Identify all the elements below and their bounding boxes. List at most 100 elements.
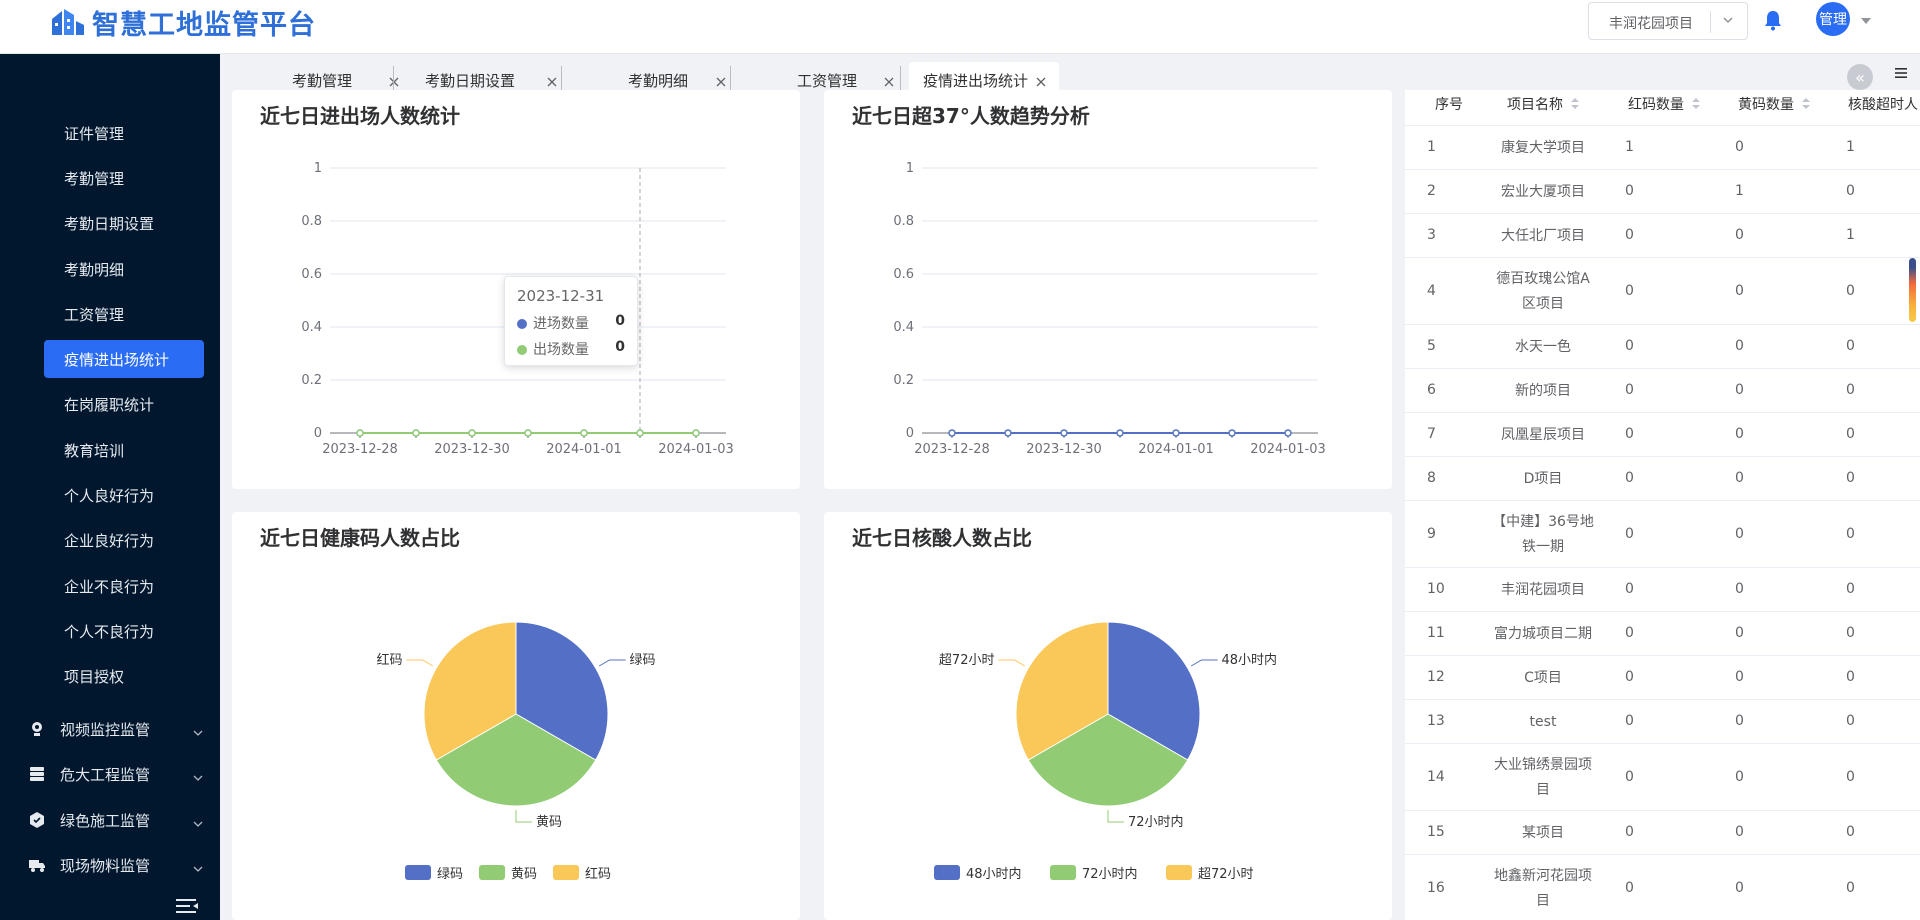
menu-icon[interactable] (1894, 66, 1908, 80)
data-point (412, 429, 420, 437)
table-row[interactable]: 12 C项目 0 0 0 (1405, 656, 1920, 700)
table-cell-red: 0 (1625, 282, 1634, 299)
table-row[interactable]: 8 D项目 0 0 0 (1405, 457, 1920, 501)
tab-label: 考勤日期设置 (425, 72, 516, 90)
table-row[interactable]: 6 新的项目 0 0 0 (1405, 369, 1920, 413)
table-row[interactable]: 9 【中建】36号地铁一期 0 0 0 (1405, 501, 1920, 568)
data-point (1172, 429, 1180, 437)
column-header-no[interactable]: 序号 (1435, 94, 1463, 114)
table-cell-name: 富力城项目二期 (1494, 625, 1592, 642)
column-header-name[interactable]: 项目名称 (1507, 94, 1579, 114)
table-row[interactable]: 15 某项目 0 0 0 (1405, 811, 1920, 855)
menu-fold-icon[interactable] (174, 896, 200, 916)
y-tick-label: 0 (314, 426, 322, 441)
sidebar-item-salary[interactable]: 工资管理 (44, 295, 204, 333)
table-row[interactable]: 13 test 0 0 0 (1405, 700, 1920, 744)
sidebar-item-attendance[interactable]: 考勤管理 (44, 159, 204, 197)
column-header-yellow[interactable]: 黄码数量 (1738, 94, 1810, 114)
project-select[interactable]: 丰润花园项目 (1588, 2, 1748, 40)
app-logo[interactable]: 智慧工地监管平台 (48, 2, 316, 42)
sidebar-item-company-bad[interactable]: 企业不良行为 (44, 567, 204, 605)
sidebar-item-cert[interactable]: 证件管理 (44, 114, 204, 152)
table-row[interactable]: 10 丰润花园项目 0 0 0 (1405, 568, 1920, 612)
sort-icon[interactable] (1802, 98, 1810, 110)
table-scrollbar[interactable] (1909, 258, 1916, 322)
table-row[interactable]: 5 水天一色 0 0 0 (1405, 325, 1920, 369)
table-row[interactable]: 1 康复大学项目 1 0 1 (1405, 126, 1920, 170)
table-cell-yellow: 0 (1735, 581, 1744, 597)
sidebar-item-personal-bad[interactable]: 个人不良行为 (44, 612, 204, 650)
table-row[interactable]: 4 德百玫瑰公馆A区项目 0 0 0 (1405, 258, 1920, 325)
avatar[interactable]: 管理 (1816, 2, 1850, 36)
close-icon[interactable] (1035, 74, 1047, 87)
tooltip-series-dot (517, 345, 527, 355)
layers-icon (28, 765, 46, 783)
table-row[interactable]: 11 富力城项目二期 0 0 0 (1405, 612, 1920, 656)
sidebar-item-onduty[interactable]: 在岗履职统计 (44, 385, 204, 423)
sidebar-item-epidemic[interactable]: 疫情进出场统计 (44, 340, 204, 378)
y-tick-label: 0.2 (893, 373, 914, 388)
table-cell-nucleic: 0 (1846, 382, 1855, 398)
sidebar-item-company-good[interactable]: 企业良好行为 (44, 521, 204, 559)
table-cell-name: 地鑫新河花园项目 (1494, 867, 1592, 909)
sort-icon[interactable] (1571, 98, 1579, 110)
table-cell-yellow: 0 (1735, 768, 1744, 785)
health-code-pie-chart[interactable]: 绿码黄码红码绿码 黄码 红码 (232, 512, 800, 920)
column-header-label: 红码数量 (1628, 97, 1684, 113)
tab-label: 考勤明细 (628, 72, 689, 90)
chevron-down-icon (1721, 13, 1735, 27)
legend-label: 黄码 (511, 867, 537, 882)
caret-down-icon[interactable] (1860, 14, 1872, 24)
chart-tooltip: 2023-12-31 进场数量 0 出场数量 0 (504, 276, 638, 366)
table-cell-no: 13 (1427, 713, 1445, 729)
table-cell-red: 0 (1625, 768, 1634, 785)
fever-line-chart[interactable]: 0 0.2 0.4 0.6 0.8 1 2023-12-28 2023-12-30 2024-0… (824, 90, 1392, 489)
close-icon[interactable] (883, 74, 895, 87)
sidebar-item-training[interactable]: 教育培训 (44, 431, 204, 469)
column-header-red[interactable]: 红码数量 (1628, 94, 1700, 114)
table-row[interactable]: 7 凤凰星辰项目 0 0 0 (1405, 413, 1920, 457)
close-icon[interactable] (388, 74, 400, 87)
sidebar-group-material[interactable]: 现场物料监管 (28, 846, 204, 884)
table-cell-nucleic: 0 (1846, 581, 1855, 597)
tooltip-series-label: 出场数量 (533, 342, 589, 358)
table-row[interactable]: 2 宏业大厦项目 0 1 0 (1405, 170, 1920, 214)
tab-scroll-left-button[interactable]: « (1847, 64, 1873, 90)
table-cell-red: 0 (1625, 669, 1634, 685)
table-cell-yellow: 1 (1735, 183, 1744, 199)
close-icon[interactable] (546, 74, 558, 87)
sidebar-group-video[interactable]: 视频监控监管 (28, 710, 204, 748)
x-tick-label: 2023-12-30 (1026, 442, 1102, 457)
nucleic-pie-chart[interactable]: 48小时内72小时内超72小时48小时内 72小时内 超72小时 (824, 512, 1392, 920)
sidebar-item-attendance-date[interactable]: 考勤日期设置 (44, 204, 204, 242)
table-cell-red: 0 (1625, 879, 1634, 896)
y-tick-label: 0.4 (301, 320, 322, 335)
table-cell-name: 新的项目 (1515, 382, 1571, 399)
health-code-card: 近七日健康码人数占比 绿码 黄码 红码 绿码 黄码 红码 (232, 512, 800, 920)
sidebar-group-green[interactable]: 绿色施工监管 (28, 801, 204, 839)
pie-label-line (515, 810, 532, 823)
sidebar-item-attendance-detail[interactable]: 考勤明细 (44, 250, 204, 288)
sidebar-group-hazard[interactable]: 危大工程监管 (28, 755, 204, 793)
table-cell-red: 1 (1625, 139, 1634, 155)
y-tick-label: 1 (314, 161, 322, 176)
tab-label: 工资管理 (797, 72, 858, 90)
close-icon[interactable] (715, 74, 727, 87)
table-cell-nucleic: 0 (1846, 625, 1855, 641)
table-cell-no: 7 (1427, 426, 1436, 442)
table-cell-no: 12 (1427, 669, 1445, 685)
table-cell-red: 0 (1625, 382, 1634, 398)
table-row[interactable]: 14 大业锦绣景园项目 0 0 0 (1405, 744, 1920, 811)
table-row[interactable]: 3 大任北厂项目 0 0 1 (1405, 214, 1920, 258)
top-header: 智慧工地监管平台 丰润花园项目 管理 (0, 0, 1920, 54)
sidebar-item-personal-good[interactable]: 个人良好行为 (44, 476, 204, 514)
table-cell-nucleic: 0 (1846, 768, 1855, 785)
sidebar-item-project-auth[interactable]: 项目授权 (44, 657, 204, 695)
table-cell-name: 【中建】36号地铁一期 (1492, 513, 1594, 555)
column-header-nucleic[interactable]: 核酸超时人 (1848, 94, 1918, 114)
bell-icon[interactable] (1762, 8, 1784, 32)
sort-icon[interactable] (1692, 98, 1700, 110)
pie-label-line (998, 659, 1026, 667)
chevron-down-icon (192, 860, 204, 872)
table-row[interactable]: 16 地鑫新河花园项目 0 0 0 (1405, 855, 1920, 920)
